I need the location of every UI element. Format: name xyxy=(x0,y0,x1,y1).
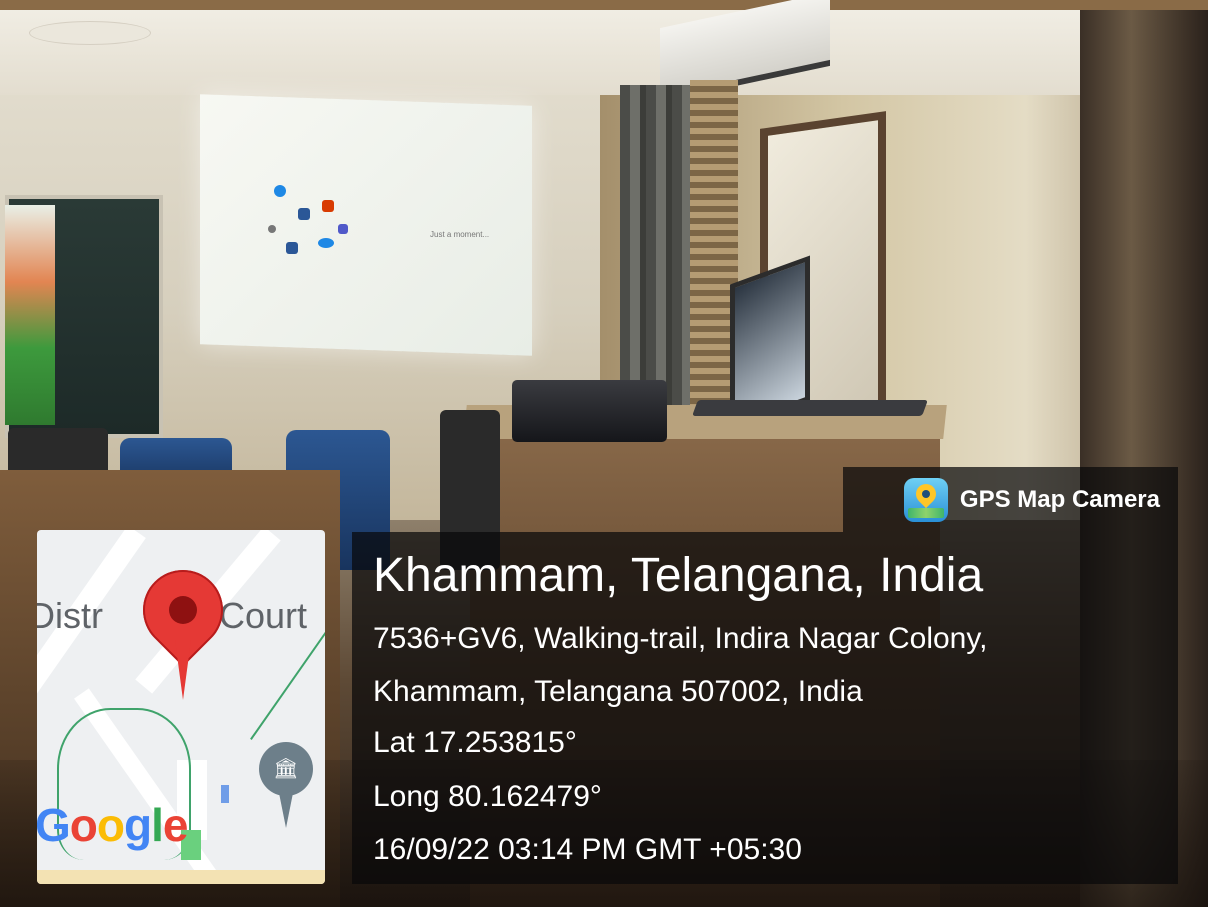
projector xyxy=(512,380,667,442)
address-line-2: Khammam, Telangana 507002, India xyxy=(373,675,863,708)
map-label-court: Court xyxy=(219,595,308,636)
store-icon xyxy=(286,242,298,254)
edge-icon xyxy=(274,185,286,197)
ceiling-fan xyxy=(30,22,150,44)
gps-map-camera-badge: GPS Map Camera xyxy=(843,467,1178,532)
curtain-left xyxy=(620,85,690,415)
longitude: Long 80.162479° xyxy=(373,780,602,813)
map-label-district: Distr xyxy=(37,595,103,636)
museum-icon-tail xyxy=(278,788,294,828)
screen-status-text: Just a moment... xyxy=(430,230,490,239)
address-line-1: 7536+GV6, Walking-trail, Indira Nagar Co… xyxy=(373,622,988,655)
outlook-icon xyxy=(298,208,310,220)
app-name: GPS Map Camera xyxy=(959,485,1160,513)
geotagged-photo: Just a moment... GPS Map Camera Distr Co… xyxy=(0,0,1208,907)
museum-glyph-icon: 🏛 xyxy=(273,758,299,780)
projection-screen xyxy=(200,94,532,356)
keyboard xyxy=(692,400,928,416)
gps-map-camera-app-icon xyxy=(903,477,948,522)
office-icon xyxy=(322,200,334,212)
ceiling xyxy=(0,0,1208,95)
timestamp: 16/09/22 03:14 PM GMT +05:30 xyxy=(373,833,802,866)
google-logo: Google xyxy=(37,799,188,851)
poster xyxy=(5,205,55,425)
top-edge xyxy=(0,0,1208,10)
location-title: Khammam, Telangana, India xyxy=(373,549,984,602)
latitude: Lat 17.253815° xyxy=(373,726,577,759)
map-sand-area xyxy=(37,870,325,884)
teams-icon xyxy=(338,224,348,234)
onedrive-icon xyxy=(318,238,334,248)
xbox-icon xyxy=(268,225,276,233)
map-building xyxy=(221,785,229,803)
location-pin-tail xyxy=(175,640,191,700)
map-thumbnail: Distr Court 🏛 Google xyxy=(37,530,325,884)
